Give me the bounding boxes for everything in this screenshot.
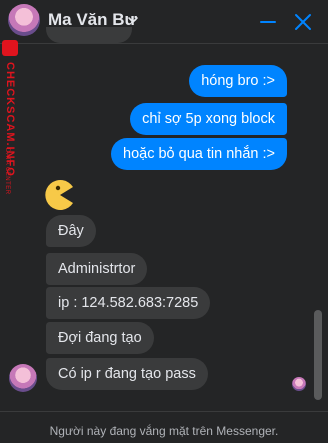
incoming-message[interactable]: Đợi đang tạo xyxy=(46,322,154,354)
chevron-down-icon[interactable] xyxy=(127,14,139,26)
sender-avatar[interactable] xyxy=(9,364,37,392)
seen-indicator-avatar xyxy=(292,377,306,391)
watermark-logo-icon xyxy=(2,40,18,56)
outgoing-message[interactable]: hóng bro :> xyxy=(189,65,287,97)
pacman-emoji-icon[interactable] xyxy=(44,179,76,211)
incoming-message[interactable]: ip : 124.582.683:7285 xyxy=(46,287,211,319)
incoming-message[interactable]: Có ip r đang tạo pass xyxy=(46,358,208,390)
minimize-icon[interactable] xyxy=(258,12,278,32)
watermark: CHECKSCAM.INFO DATA CENTER xyxy=(0,36,20,196)
contact-avatar[interactable] xyxy=(8,4,40,36)
incoming-message[interactable]: Đây xyxy=(46,215,96,247)
scrollbar[interactable] xyxy=(314,310,322,400)
outgoing-message[interactable]: chỉ sợ 5p xong block xyxy=(130,103,287,135)
close-icon[interactable] xyxy=(293,12,313,32)
outgoing-message[interactable]: hoặc bỏ qua tin nhắn :> xyxy=(111,138,287,170)
divider xyxy=(0,411,328,412)
away-status-text: Người này đang vắng mặt trên Messenger. xyxy=(49,424,279,438)
previous-message-stub xyxy=(46,27,132,43)
incoming-message[interactable]: Administrtor xyxy=(46,253,148,285)
watermark-small-text: DATA CENTER xyxy=(4,148,10,195)
